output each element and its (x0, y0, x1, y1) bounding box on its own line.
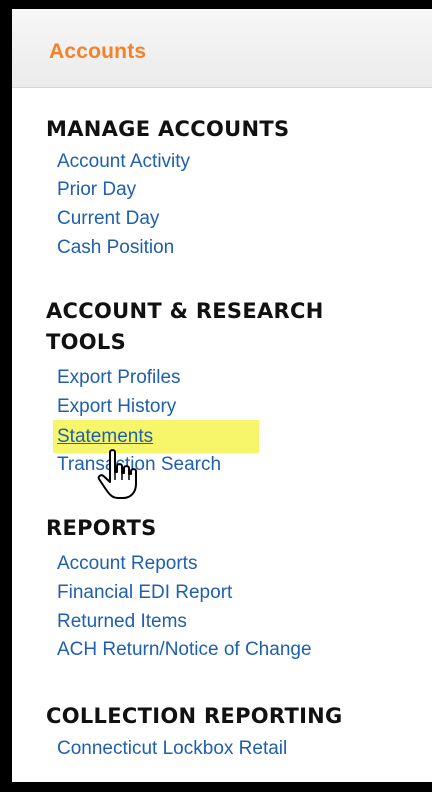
link-account-reports[interactable]: Account Reports (57, 552, 197, 576)
link-ach-return-notice-of-change[interactable]: ACH Return/Notice of Change (57, 638, 312, 662)
link-returned-items[interactable]: Returned Items (57, 610, 187, 634)
link-export-profiles[interactable]: Export Profiles (57, 366, 181, 390)
link-statements[interactable]: Statements (57, 425, 153, 449)
link-account-activity[interactable]: Account Activity (57, 150, 190, 174)
link-financial-edi-report[interactable]: Financial EDI Report (57, 581, 232, 605)
link-export-history[interactable]: Export History (57, 395, 176, 419)
link-cash-position[interactable]: Cash Position (57, 236, 174, 260)
section-heading-collection-reporting: COLLECTION REPORTING (46, 704, 343, 728)
page-title: Accounts (49, 40, 147, 63)
section-heading-account-research-tools-line2: TOOLS (46, 330, 127, 354)
link-prior-day[interactable]: Prior Day (57, 178, 136, 202)
accounts-header: Accounts (12, 9, 432, 88)
link-current-day[interactable]: Current Day (57, 207, 159, 231)
link-connecticut-lockbox-retail[interactable]: Connecticut Lockbox Retail (57, 737, 287, 761)
section-heading-account-research-tools: ACCOUNT & RESEARCH (46, 299, 324, 323)
section-heading-manage-accounts: MANAGE ACCOUNTS (46, 117, 290, 141)
section-heading-reports: REPORTS (46, 516, 157, 540)
hand-pointer-icon (97, 449, 137, 499)
